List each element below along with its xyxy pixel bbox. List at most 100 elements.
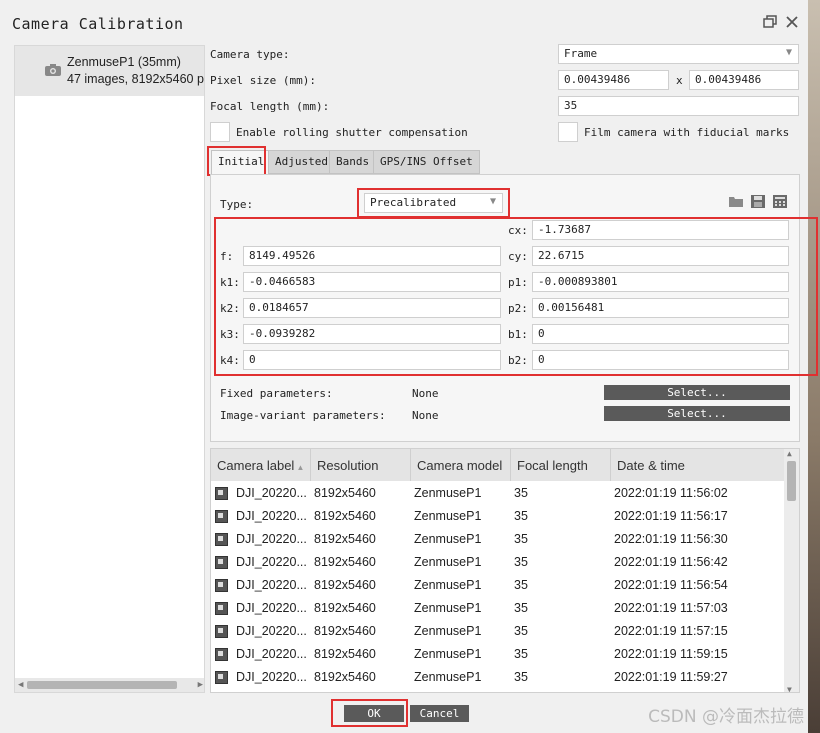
cell-camera-label: DJI_20220... [236, 578, 307, 592]
images-table: Camera label ▲ Resolution Camera model F… [210, 448, 800, 693]
pixel-size-y-input[interactable]: 0.00439486 [689, 70, 799, 90]
table-row[interactable]: DJI_20220... 8192x5460 ZenmuseP1 35 2022:01:… [211, 643, 785, 666]
cell-date-time: 2022:01:19 11:57:03 [614, 601, 728, 615]
cancel-button[interactable]: Cancel [410, 705, 469, 722]
restore-icon[interactable] [762, 14, 778, 30]
table-row[interactable]: DJI_20220... 8192x5460 ZenmuseP1 35 2022:01:… [211, 620, 785, 643]
vertical-scrollbar[interactable]: ▲ ▼ [784, 449, 799, 692]
cy-input[interactable]: 22.6715 [532, 246, 789, 266]
horizontal-scrollbar[interactable]: ◀ ▶ [15, 678, 204, 692]
cell-camera-model: ZenmuseP1 [414, 624, 482, 638]
cell-date-time: 2022:01:19 11:56:42 [614, 555, 728, 569]
cell-date-time: 2022:01:19 11:57:15 [614, 624, 728, 638]
camera-icon [45, 64, 61, 76]
camera-list-item[interactable]: ZenmuseP1 (35mm) 47 images, 8192x5460 p [15, 46, 204, 96]
column-header-date-time[interactable]: Date & time [611, 449, 785, 481]
scroll-up-icon[interactable]: ▲ [787, 449, 792, 458]
cell-resolution: 8192x5460 [314, 532, 376, 546]
film-camera-checkbox[interactable] [558, 122, 578, 142]
cell-date-time: 2022:01:19 11:59:15 [614, 647, 728, 661]
camera-type-select[interactable]: Frame ▼ [558, 44, 799, 64]
cell-resolution: 8192x5460 [314, 486, 376, 500]
table-row[interactable]: DJI_20220... 8192x5460 ZenmuseP1 35 2022:01:… [211, 505, 785, 528]
f-label: f: [220, 250, 234, 263]
pixel-size-separator: x [676, 74, 683, 87]
cell-camera-label: DJI_20220... [236, 509, 307, 523]
image-icon [215, 625, 228, 638]
cell-resolution: 8192x5460 [314, 509, 376, 523]
image-variant-parameters-value: None [412, 409, 439, 422]
column-header-camera-model[interactable]: Camera model [411, 449, 511, 481]
tab-bands[interactable]: Bands [329, 150, 377, 174]
chevron-down-icon: ▼ [489, 196, 496, 207]
watermark: CSDN @冷面杰拉德 [648, 707, 804, 727]
chevron-down-icon: ▼ [785, 47, 792, 58]
b1-input[interactable]: 0 [532, 324, 789, 344]
f-input[interactable]: 8149.49526 [243, 246, 501, 266]
k3-input[interactable]: -0.0939282 [243, 324, 501, 344]
pixel-size-label: Pixel size (mm): [210, 74, 316, 87]
tab-adjusted[interactable]: Adjusted [268, 150, 335, 174]
k2-input[interactable]: 0.0184657 [243, 298, 501, 318]
scrollbar-thumb[interactable] [787, 461, 796, 501]
title-bar: Camera Calibration [0, 0, 808, 44]
film-camera-label: Film camera with fiducial marks [584, 126, 790, 139]
cell-camera-model: ZenmuseP1 [414, 532, 482, 546]
cell-camera-label: DJI_20220... [236, 647, 307, 661]
save-icon[interactable] [751, 195, 765, 208]
table-row[interactable]: DJI_20220... 8192x5460 ZenmuseP1 35 2022:01:… [211, 528, 785, 551]
fixed-parameters-label: Fixed parameters: [220, 387, 333, 400]
calibration-type-value: Precalibrated [370, 196, 457, 209]
calculator-icon[interactable] [773, 195, 787, 208]
fixed-parameters-select-button[interactable]: Select... [604, 385, 790, 400]
table-row[interactable]: DJI_20220... 8192x5460 ZenmuseP1 35 2022:01:… [211, 482, 785, 505]
rolling-shutter-checkbox[interactable] [210, 122, 230, 142]
cell-focal-length: 35 [514, 578, 528, 592]
cy-label: cy: [508, 250, 528, 263]
cell-camera-label: DJI_20220... [236, 486, 307, 500]
pixel-size-x-input[interactable]: 0.00439486 [558, 70, 669, 90]
focal-length-input[interactable]: 35 [558, 96, 799, 116]
k1-input[interactable]: -0.0466583 [243, 272, 501, 292]
p1-input[interactable]: -0.000893801 [532, 272, 789, 292]
cell-resolution: 8192x5460 [314, 670, 376, 684]
cell-date-time: 2022:01:19 11:56:54 [614, 578, 728, 592]
cx-label: cx: [508, 224, 528, 237]
p2-input[interactable]: 0.00156481 [532, 298, 789, 318]
column-header-camera-label[interactable]: Camera label ▲ [211, 449, 311, 481]
ok-button[interactable]: OK [344, 705, 404, 722]
column-header-focal-length[interactable]: Focal length [511, 449, 611, 481]
close-icon[interactable] [784, 14, 800, 30]
image-variant-parameters-label: Image-variant parameters: [220, 409, 386, 422]
tab-initial[interactable]: Initial [211, 150, 272, 174]
cell-focal-length: 35 [514, 532, 528, 546]
p2-label: p2: [508, 302, 528, 315]
table-row[interactable]: DJI_20220... 8192x5460 ZenmuseP1 35 2022:01:… [211, 597, 785, 620]
scroll-left-icon[interactable]: ◀ [18, 678, 23, 692]
fixed-parameters-value: None [412, 387, 439, 400]
cell-focal-length: 35 [514, 647, 528, 661]
scrollbar-thumb[interactable] [27, 681, 177, 689]
cell-camera-label: DJI_20220... [236, 624, 307, 638]
table-row[interactable]: DJI_20220... 8192x5460 ZenmuseP1 35 2022:01:… [211, 666, 785, 689]
b1-label: b1: [508, 328, 528, 341]
tab-gps-ins-offset[interactable]: GPS/INS Offset [373, 150, 480, 174]
folder-open-icon[interactable] [729, 195, 743, 208]
image-icon [215, 556, 228, 569]
cell-date-time: 2022:01:19 11:56:02 [614, 486, 728, 500]
table-row[interactable]: DJI_20220... 8192x5460 ZenmuseP1 35 2022:01:… [211, 551, 785, 574]
cell-resolution: 8192x5460 [314, 555, 376, 569]
k4-input[interactable]: 0 [243, 350, 501, 370]
scroll-down-icon[interactable]: ▼ [787, 685, 792, 692]
type-label: Type: [220, 198, 254, 211]
sort-ascending-icon: ▲ [294, 463, 305, 472]
cx-input[interactable]: -1.73687 [532, 220, 789, 240]
image-variant-select-button[interactable]: Select... [604, 406, 790, 421]
column-header-resolution[interactable]: Resolution [311, 449, 411, 481]
cell-camera-model: ZenmuseP1 [414, 647, 482, 661]
scroll-right-icon[interactable]: ▶ [198, 678, 203, 692]
camera-name: ZenmuseP1 (35mm) [67, 55, 181, 69]
calibration-type-select[interactable]: Precalibrated ▼ [364, 193, 503, 213]
table-row[interactable]: DJI_20220... 8192x5460 ZenmuseP1 35 2022:01:… [211, 574, 785, 597]
b2-input[interactable]: 0 [532, 350, 789, 370]
